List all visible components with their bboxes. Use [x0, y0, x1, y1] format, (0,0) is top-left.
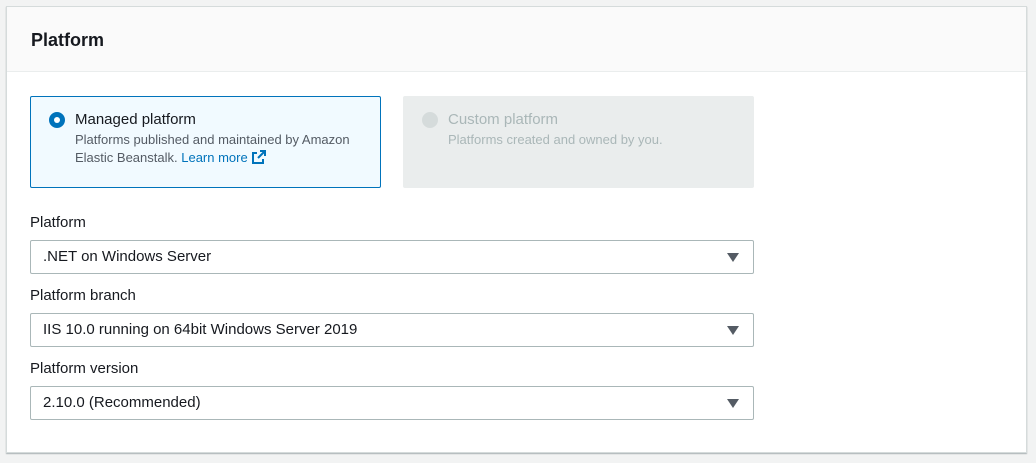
platform-select[interactable]: .NET on Windows Server	[30, 240, 754, 274]
platform-version-select[interactable]: 2.10.0 (Recommended)	[30, 386, 754, 420]
custom-platform-description: Platforms created and owned by you.	[448, 132, 663, 147]
platform-label: Platform	[30, 214, 86, 231]
external-link-icon	[251, 149, 267, 170]
panel-header: Platform	[7, 7, 1026, 72]
learn-more-label: Learn more	[181, 150, 248, 165]
managed-platform-description: Platforms published and maintained by Am…	[75, 131, 365, 170]
caret-down-icon	[727, 326, 739, 335]
caret-down-icon	[727, 253, 739, 262]
platform-branch-select-value: IIS 10.0 running on 64bit Windows Server…	[43, 321, 358, 338]
learn-more-link[interactable]: Learn more	[181, 150, 266, 165]
caret-down-icon	[727, 399, 739, 408]
platform-panel: Platform Managed platform Platforms publ…	[6, 6, 1027, 453]
custom-platform-radio-icon	[422, 112, 438, 128]
platform-branch-label: Platform branch	[30, 287, 136, 304]
panel-title: Platform	[31, 30, 105, 50]
managed-platform-radio-icon[interactable]	[49, 112, 65, 128]
managed-platform-tile[interactable]: Managed platform Platforms published and…	[30, 96, 381, 188]
platform-version-label: Platform version	[30, 360, 139, 377]
platform-select-value: .NET on Windows Server	[43, 248, 212, 265]
platform-branch-select[interactable]: IIS 10.0 running on 64bit Windows Server…	[30, 313, 754, 347]
custom-platform-title: Custom platform	[448, 111, 559, 128]
custom-platform-tile: Custom platform Platforms created and ow…	[403, 96, 754, 188]
managed-platform-title: Managed platform	[75, 111, 196, 128]
platform-version-select-value: 2.10.0 (Recommended)	[43, 394, 201, 411]
